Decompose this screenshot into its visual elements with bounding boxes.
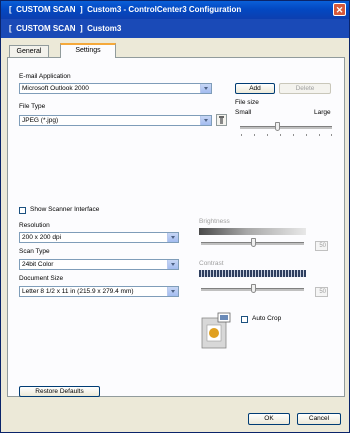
resolution-label: Resolution: [19, 222, 50, 229]
settings-panel: E-mail Application Microsoft Outlook 200…: [7, 57, 345, 397]
cancel-button[interactable]: Cancel: [297, 413, 341, 425]
scan-type-label: Scan Type: [19, 248, 50, 255]
header-bar: [ CUSTOM SCAN ] Custom3: [1, 19, 349, 38]
add-button[interactable]: Add: [235, 83, 275, 94]
chevron-down-icon[interactable]: [167, 233, 178, 242]
file-size-label: File size: [235, 99, 259, 106]
file-size-slider-track[interactable]: [240, 126, 332, 129]
resolution-select[interactable]: 200 x 200 dpi: [19, 232, 179, 243]
chevron-down-icon[interactable]: [167, 260, 178, 269]
file-size-slider-thumb[interactable]: [274, 122, 280, 131]
auto-crop-label: Auto Crop: [252, 315, 282, 322]
brightness-gradient: [199, 228, 306, 235]
options-icon: [219, 116, 224, 124]
show-scanner-interface-label: Show Scanner Interface: [30, 206, 100, 213]
email-app-value: Microsoft Outlook 2000: [22, 85, 89, 92]
contrast-pattern: [199, 270, 306, 277]
tab-settings[interactable]: Settings: [60, 43, 116, 58]
show-scanner-interface-checkbox[interactable]: [19, 207, 26, 214]
restore-defaults-button[interactable]: Restore Defaults: [19, 386, 100, 397]
chevron-down-icon[interactable]: [200, 84, 211, 93]
file-type-select[interactable]: JPEG (*.jpg): [19, 115, 212, 126]
contrast-slider-thumb[interactable]: [250, 284, 256, 293]
title-bar[interactable]: [ CUSTOM SCAN ] Custom3 - ControlCenter3…: [1, 1, 349, 19]
resolution-value: 200 x 200 dpi: [22, 234, 62, 241]
file-size-small-label: Small: [235, 109, 252, 116]
ok-button[interactable]: OK: [248, 413, 290, 425]
email-app-select[interactable]: Microsoft Outlook 2000: [19, 83, 212, 94]
brightness-slider-thumb[interactable]: [250, 238, 256, 247]
chevron-down-icon[interactable]: [167, 287, 178, 296]
file-size-large-label: Large: [314, 109, 331, 116]
document-scan-icon: [201, 312, 231, 349]
close-icon[interactable]: ✕: [333, 3, 346, 16]
chevron-down-icon[interactable]: [200, 116, 211, 125]
tab-general[interactable]: General: [9, 45, 49, 57]
document-size-select[interactable]: Letter 8 1/2 x 11 in (215.9 x 279.4 mm): [19, 286, 179, 297]
brightness-value[interactable]: 50: [315, 241, 328, 251]
window-title: [ CUSTOM SCAN ] Custom3 - ControlCenter3…: [9, 5, 242, 14]
email-app-label: E-mail Application: [19, 73, 71, 80]
file-options-button[interactable]: [216, 114, 227, 126]
document-size-value: Letter 8 1/2 x 11 in (215.9 x 279.4 mm): [22, 288, 134, 295]
file-type-label: File Type: [19, 103, 46, 110]
auto-crop-preview: [200, 312, 234, 350]
contrast-value[interactable]: 50: [315, 287, 328, 297]
auto-crop-checkbox[interactable]: [241, 316, 248, 323]
scan-type-value: 24bit Color: [22, 261, 54, 268]
contrast-label: Contrast: [199, 260, 224, 267]
brightness-label: Brightness: [199, 218, 230, 225]
scan-type-select[interactable]: 24bit Color: [19, 259, 179, 270]
configuration-window: [ CUSTOM SCAN ] Custom3 - ControlCenter3…: [0, 0, 350, 433]
delete-button[interactable]: Delete: [279, 83, 331, 94]
document-size-label: Document Size: [19, 275, 64, 282]
header-title: [ CUSTOM SCAN ] Custom3: [9, 24, 122, 33]
file-type-value: JPEG (*.jpg): [22, 117, 59, 124]
